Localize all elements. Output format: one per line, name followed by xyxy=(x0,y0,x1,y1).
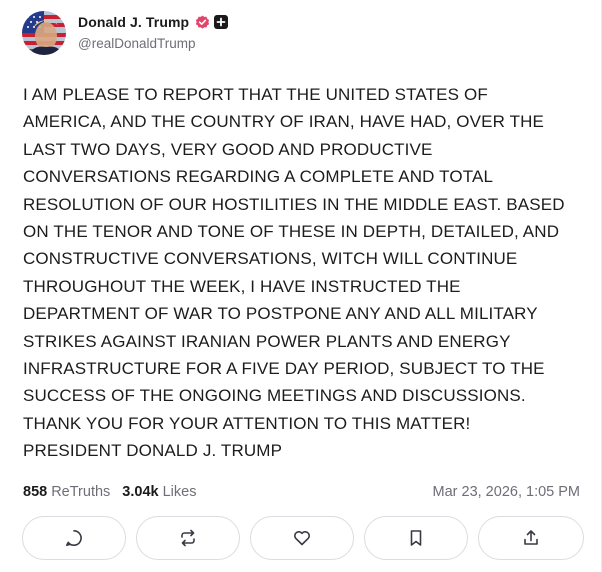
post-timestamp[interactable]: Mar 23, 2026, 1:05 PM xyxy=(433,482,581,502)
retruth-button[interactable] xyxy=(136,516,240,560)
verified-badge-icon xyxy=(195,15,210,30)
avatar[interactable] xyxy=(22,11,66,55)
action-bar xyxy=(22,516,584,560)
retruths-label[interactable]: ReTruths xyxy=(51,484,110,500)
share-icon xyxy=(524,530,538,545)
heart-icon xyxy=(294,531,310,546)
likes-count[interactable]: 3.04k xyxy=(122,484,158,500)
plus-badge-icon xyxy=(214,15,229,29)
post-stats: 858 ReTruths 3.04k Likes xyxy=(23,482,196,502)
post-card: Donald J. Trump @realDonaldTrump I AM PL… xyxy=(0,0,602,572)
avatar-image xyxy=(22,11,66,55)
reply-button[interactable] xyxy=(22,516,126,560)
share-button[interactable] xyxy=(478,516,584,560)
reply-icon xyxy=(66,530,82,547)
retruth-icon xyxy=(181,529,195,547)
like-button[interactable] xyxy=(250,516,354,560)
bookmark-icon xyxy=(410,530,422,546)
post-header: Donald J. Trump @realDonaldTrump xyxy=(22,9,422,55)
post-body-text: I AM PLEASE TO REPORT THAT THE UNITED ST… xyxy=(23,85,565,461)
display-name[interactable]: Donald J. Trump xyxy=(78,14,189,30)
retruths-count[interactable]: 858 xyxy=(23,484,47,500)
bookmark-button[interactable] xyxy=(364,516,468,560)
likes-label[interactable]: Likes xyxy=(163,484,197,500)
name-row: Donald J. Trump xyxy=(78,13,229,31)
user-handle[interactable]: @realDonaldTrump xyxy=(78,36,196,51)
